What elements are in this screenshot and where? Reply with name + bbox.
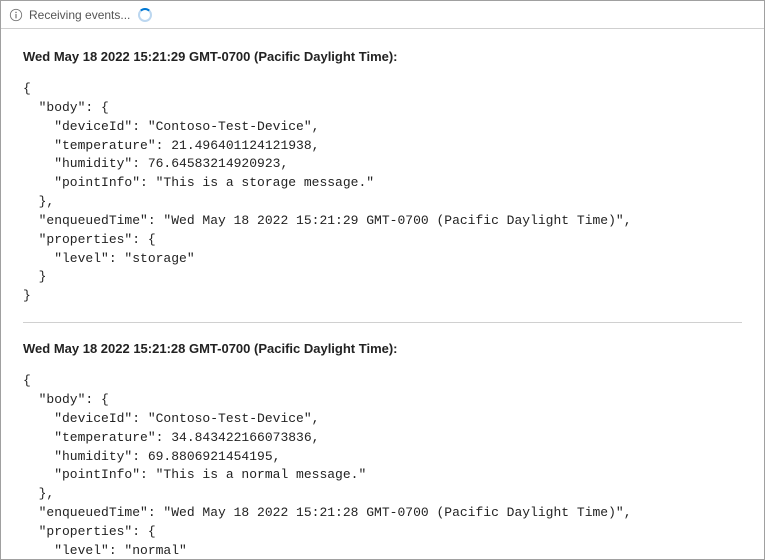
event-timestamp-header: Wed May 18 2022 15:21:28 GMT-0700 (Pacif… [23,341,742,356]
event-timestamp-header: Wed May 18 2022 15:21:29 GMT-0700 (Pacif… [23,49,742,64]
event-item: Wed May 18 2022 15:21:29 GMT-0700 (Pacif… [23,49,742,306]
event-json-body: { "body": { "deviceId": "Contoso-Test-De… [23,372,742,559]
events-panel: Receiving events... Wed May 18 2022 15:2… [0,0,765,560]
info-icon [9,8,23,22]
loading-spinner-icon [138,8,152,22]
event-json-body: { "body": { "deviceId": "Contoso-Test-De… [23,80,742,306]
status-bar: Receiving events... [1,1,764,29]
event-divider [23,322,742,323]
events-scroll-container: Wed May 18 2022 15:21:29 GMT-0700 (Pacif… [1,29,764,559]
event-item: Wed May 18 2022 15:21:28 GMT-0700 (Pacif… [23,341,742,559]
status-text: Receiving events... [29,8,130,22]
events-scroll[interactable]: Wed May 18 2022 15:21:29 GMT-0700 (Pacif… [1,29,764,559]
